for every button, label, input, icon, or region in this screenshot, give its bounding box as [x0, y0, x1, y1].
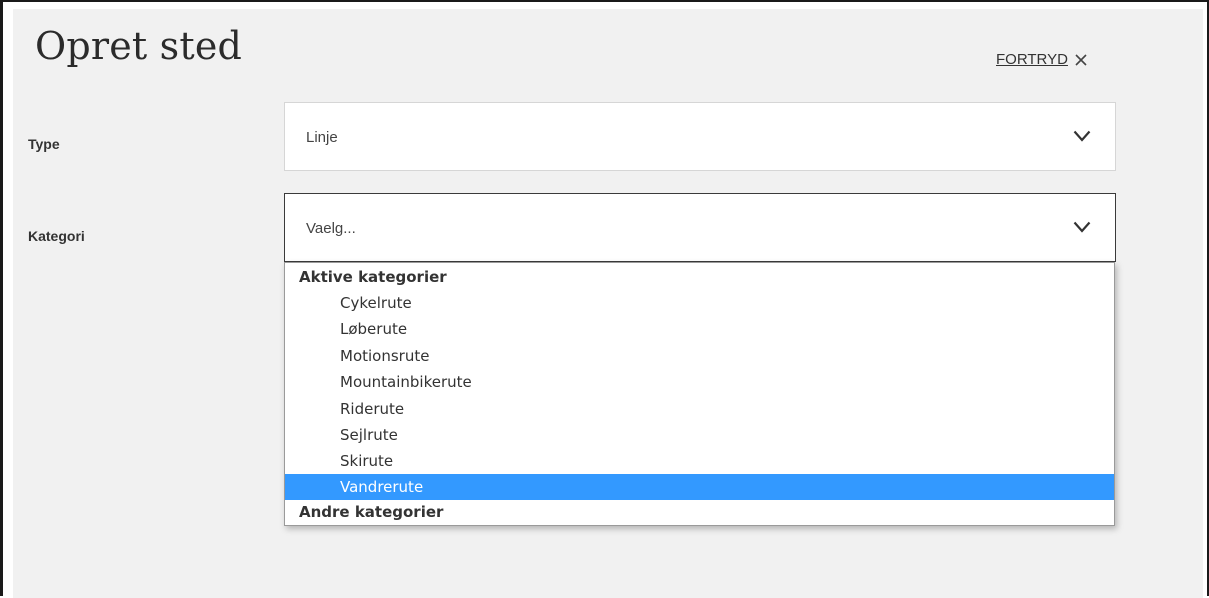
close-icon[interactable] — [1074, 53, 1088, 67]
window-frame: Opret sted FORTRYD Type Linje Kategori V… — [0, 0, 1209, 598]
cancel-button[interactable]: FORTRYD — [996, 51, 1088, 68]
type-label: Type — [28, 136, 60, 152]
option-skirute[interactable]: Skirute — [285, 448, 1114, 474]
chevron-down-icon — [1073, 221, 1091, 233]
option-mountainbikerute[interactable]: Mountainbikerute — [285, 369, 1114, 395]
option-loberute[interactable]: Løberute — [285, 316, 1114, 342]
option-cykelrute[interactable]: Cykelrute — [285, 290, 1114, 316]
cancel-link[interactable]: FORTRYD — [996, 51, 1068, 68]
category-dropdown-list[interactable]: Aktive kategorier Cykelrute Løberute Mot… — [284, 262, 1115, 526]
option-motionsrute[interactable]: Motionsrute — [285, 343, 1114, 369]
option-riderute[interactable]: Riderute — [285, 396, 1114, 422]
category-select-value: Vaelg... — [306, 220, 356, 237]
option-vandrerute[interactable]: Vandrerute — [285, 474, 1114, 500]
page-title: Opret sted — [35, 24, 243, 68]
type-select-value: Linje — [306, 129, 338, 146]
optgroup-active-categories: Aktive kategorier — [299, 268, 447, 286]
optgroup-other-categories: Andre kategorier — [299, 503, 444, 521]
create-place-panel: Opret sted FORTRYD Type Linje Kategori V… — [13, 9, 1203, 598]
option-sejlrute[interactable]: Sejlrute — [285, 422, 1114, 448]
chevron-down-icon — [1073, 130, 1091, 142]
type-select[interactable]: Linje — [284, 102, 1116, 171]
category-select[interactable]: Vaelg... — [284, 193, 1116, 262]
category-label: Kategori — [28, 228, 85, 244]
